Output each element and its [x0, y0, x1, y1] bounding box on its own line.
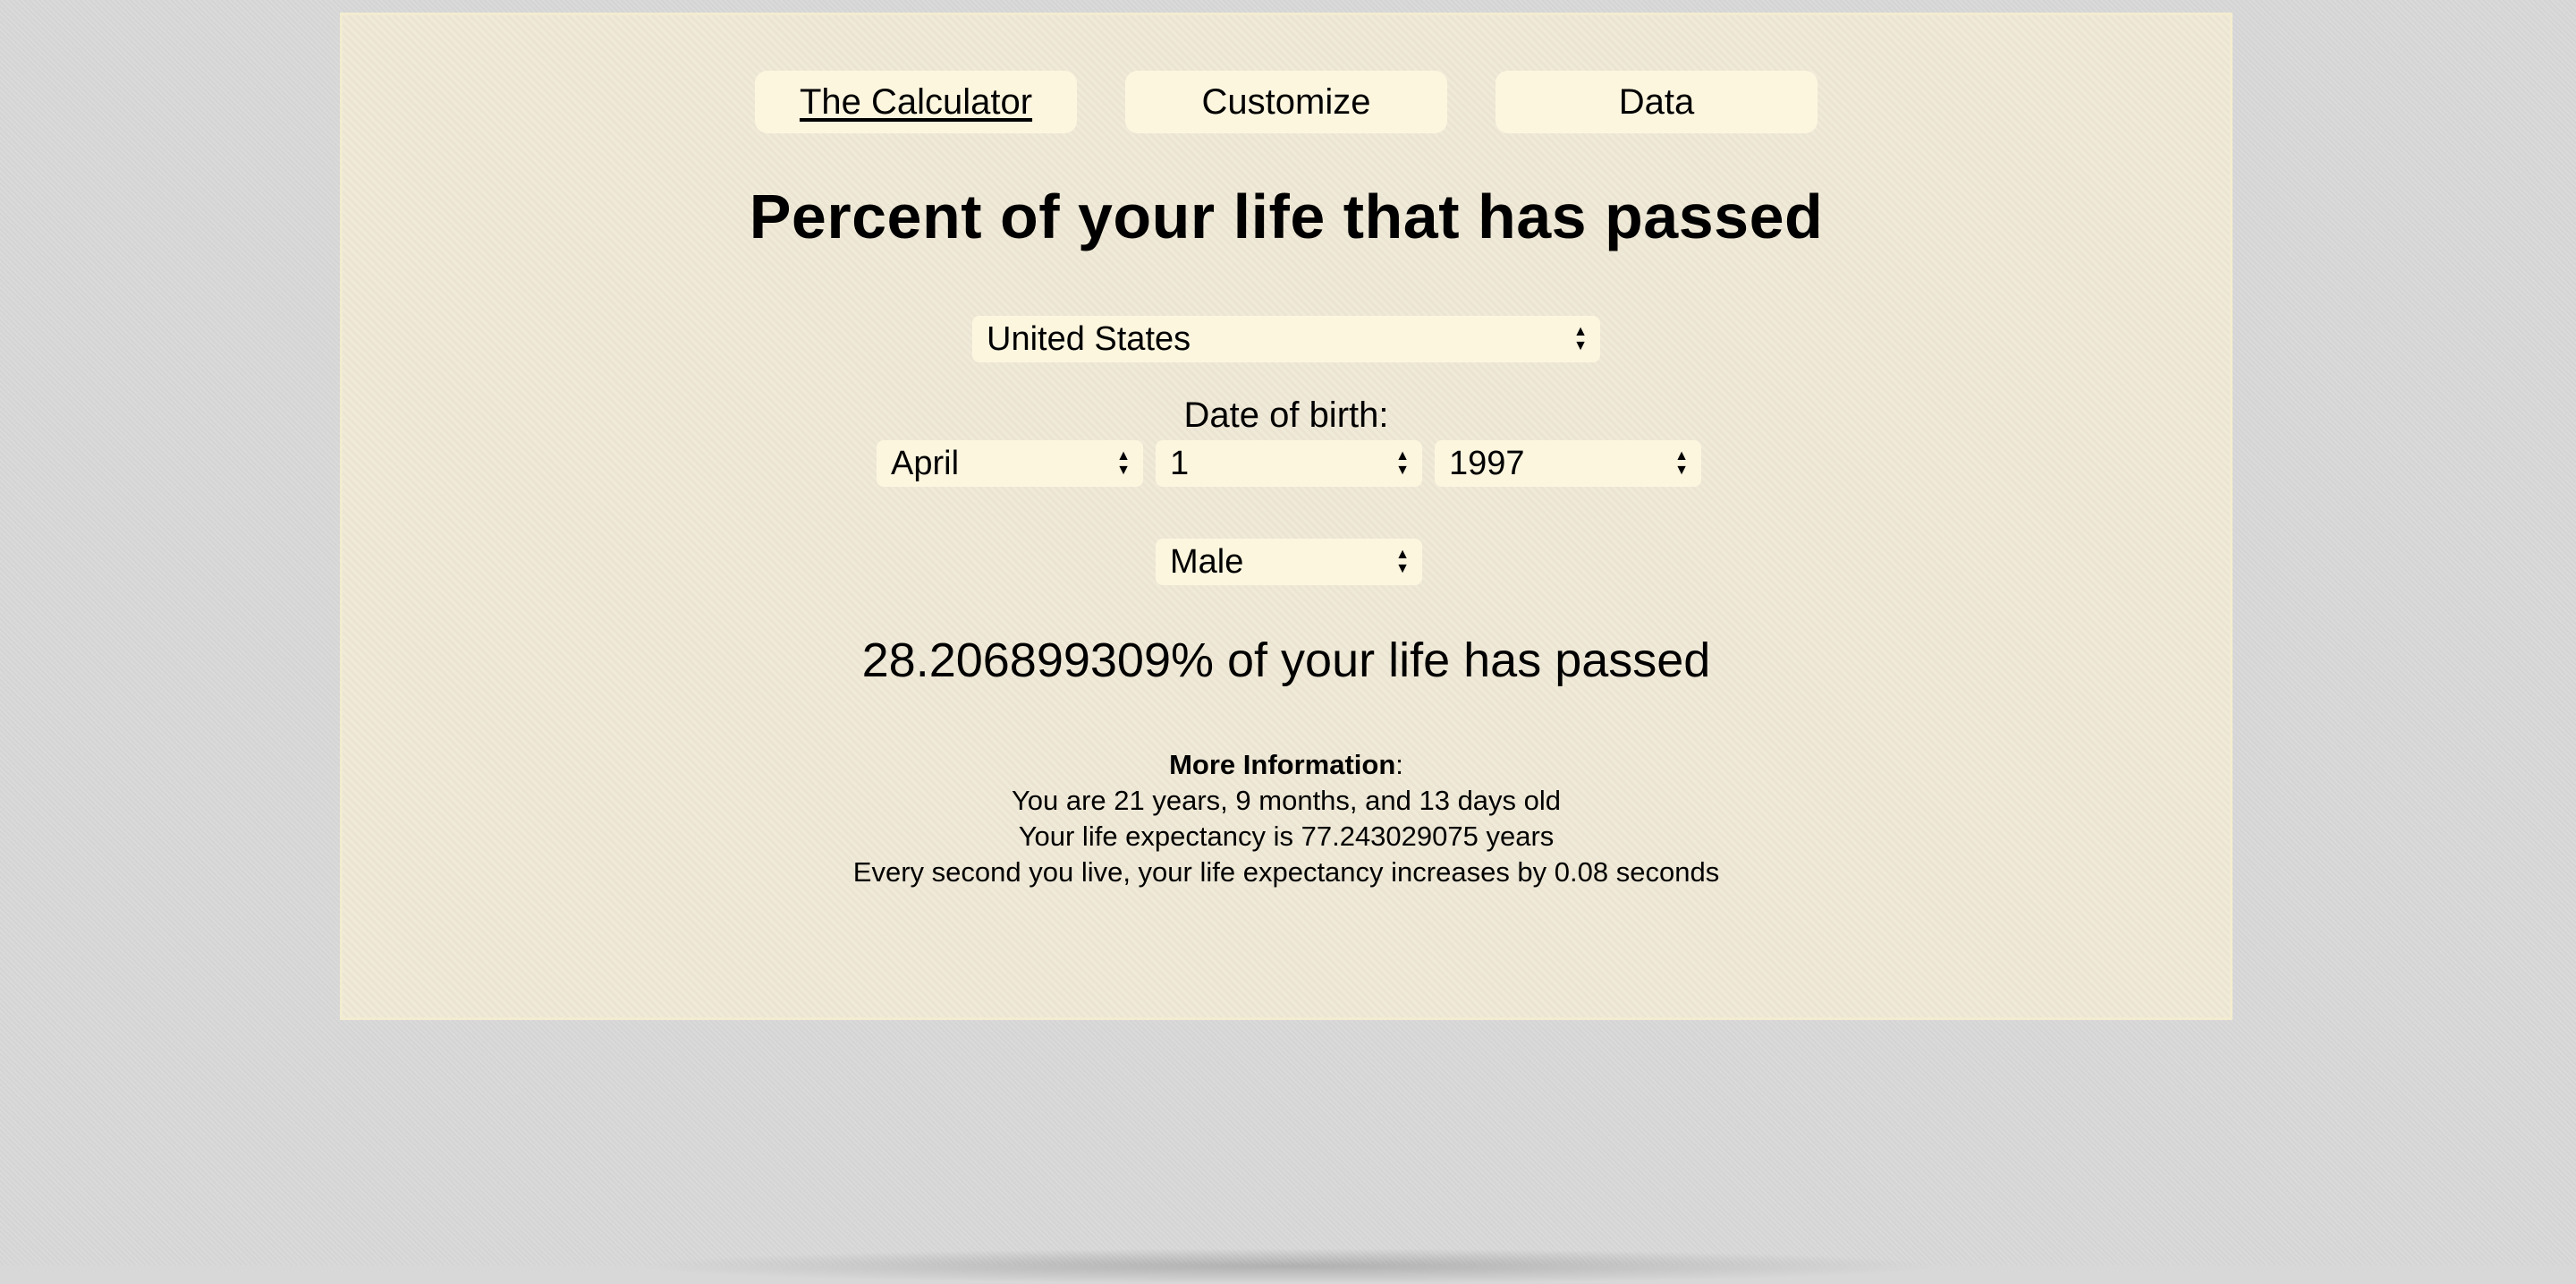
more-information-colon: :	[1395, 749, 1403, 780]
birth-year-value: 1997	[1449, 444, 1525, 482]
age-line: You are 21 years, 9 months, and 13 days …	[1011, 785, 1562, 816]
expectancy-increase-line: Every second you live, your life expecta…	[852, 856, 1720, 888]
birth-month-value: April	[891, 444, 960, 482]
more-information-heading: More Information	[1169, 749, 1396, 780]
calculator-panel: The Calculator Customize Data Percent of…	[340, 13, 2233, 1020]
select-arrows-icon: ▲ ▼	[1674, 448, 1689, 478]
tab-customize[interactable]: Customize	[1125, 71, 1447, 133]
tab-bar: The Calculator Customize Data	[343, 71, 2230, 133]
life-expectancy-line: Your life expectancy is 77.243029075 yea…	[1018, 821, 1555, 852]
birth-day-select[interactable]: 1 ▲ ▼	[1156, 440, 1422, 487]
tab-customize-label: Customize	[1201, 81, 1371, 122]
select-arrows-icon: ▲ ▼	[1395, 448, 1410, 478]
page-title: Percent of your life that has passed	[749, 182, 1824, 251]
more-information-heading-line: More Information:	[343, 747, 2230, 783]
sex-select-value: Male	[1170, 542, 1244, 581]
birth-month-select[interactable]: April ▲ ▼	[877, 440, 1143, 487]
country-select-value: United States	[987, 319, 1191, 358]
date-of-birth-label: Date of birth:	[1183, 395, 1389, 435]
life-passed-result: 28.206899309% of your life has passed	[861, 633, 1711, 687]
birth-year-select[interactable]: 1997 ▲ ▼	[1435, 440, 1701, 487]
select-arrows-icon: ▲ ▼	[1573, 324, 1588, 353]
select-arrows-icon: ▲ ▼	[1116, 448, 1131, 478]
tab-data-label: Data	[1618, 81, 1695, 122]
select-arrows-icon: ▲ ▼	[1395, 547, 1410, 576]
tab-the-calculator[interactable]: The Calculator	[755, 71, 1077, 133]
tab-the-calculator-label: The Calculator	[799, 81, 1033, 122]
bottom-shadow	[626, 1248, 1950, 1284]
sex-select[interactable]: Male ▲ ▼	[1156, 539, 1422, 585]
more-information: More Information: You are 21 years, 9 mo…	[343, 747, 2230, 890]
tab-data[interactable]: Data	[1496, 71, 1818, 133]
birth-day-value: 1	[1170, 444, 1190, 482]
country-select[interactable]: United States ▲ ▼	[972, 316, 1600, 362]
